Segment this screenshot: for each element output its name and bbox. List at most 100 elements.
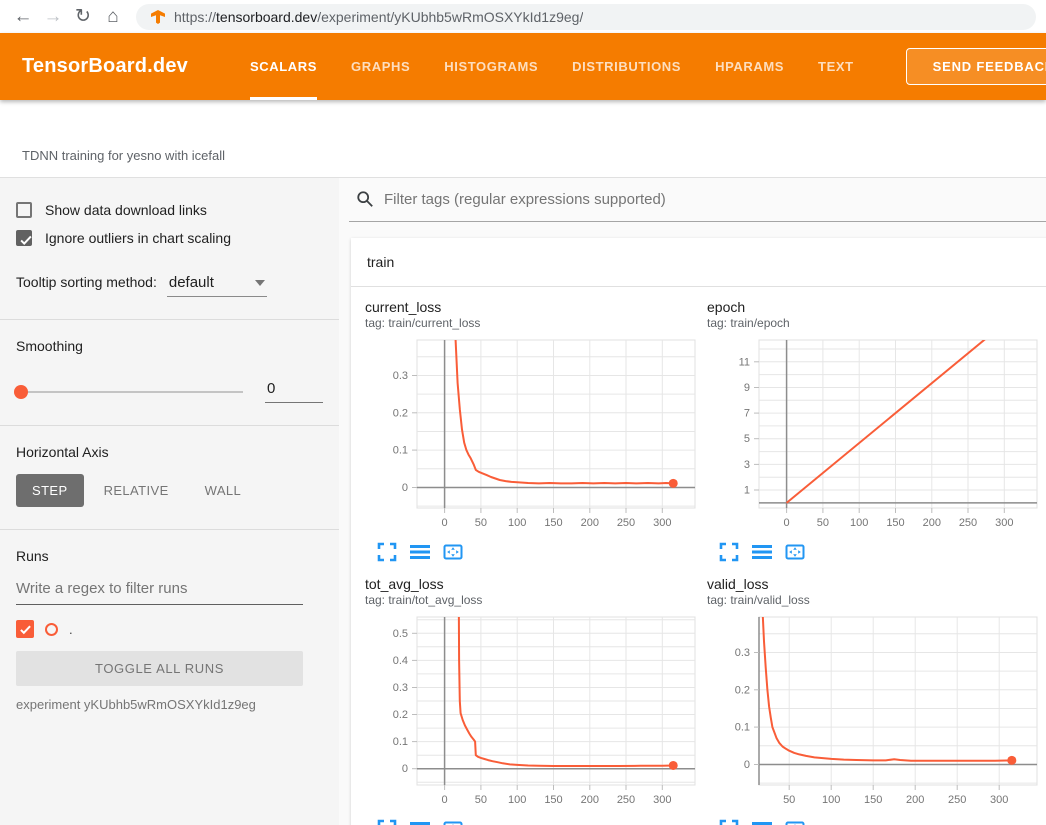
chart-cell-valid-loss: valid_loss tag: train/valid_loss 5010015…	[707, 576, 1046, 825]
toggle-all-runs-button[interactable]: TOGGLE ALL RUNS	[16, 651, 303, 686]
svg-text:250: 250	[617, 794, 635, 806]
section-train-header[interactable]: train	[351, 238, 1046, 287]
svg-text:5: 5	[744, 433, 750, 445]
train-card: train current_loss tag: train/current_lo…	[351, 238, 1046, 825]
forward-button[interactable]: →	[40, 4, 66, 30]
expand-chart-icon[interactable]	[719, 819, 739, 825]
chart-tag: tag: train/valid_loss	[707, 593, 1046, 607]
smoothing-value-input[interactable]	[265, 380, 323, 403]
back-button[interactable]: ←	[10, 4, 36, 30]
tab-scalars[interactable]: SCALARS	[250, 33, 317, 100]
tab-distributions[interactable]: DISTRIBUTIONS	[572, 33, 681, 100]
svg-text:200: 200	[906, 794, 924, 806]
check-icon	[18, 232, 34, 248]
home-button[interactable]: ⌂	[100, 4, 126, 30]
svg-text:100: 100	[850, 517, 868, 529]
svg-text:300: 300	[653, 517, 671, 529]
svg-text:250: 250	[617, 517, 635, 529]
run-name: .	[69, 622, 73, 637]
tab-histograms[interactable]: HISTOGRAMS	[444, 33, 538, 100]
svg-text:100: 100	[822, 794, 840, 806]
run-row[interactable]: .	[16, 620, 323, 638]
svg-text:200: 200	[923, 517, 941, 529]
svg-text:3: 3	[744, 459, 750, 471]
search-icon	[356, 190, 374, 208]
svg-text:150: 150	[544, 794, 562, 806]
svg-text:0.3: 0.3	[735, 647, 750, 659]
ignore-outliers-checkbox[interactable]: Ignore outliers in chart scaling	[0, 224, 339, 252]
divider	[0, 425, 339, 426]
expand-chart-icon[interactable]	[377, 819, 397, 825]
data-table-icon[interactable]	[752, 542, 772, 562]
axis-step-button[interactable]: STEP	[16, 474, 84, 507]
tooltip-sorting-select[interactable]: default	[167, 272, 267, 297]
svg-text:0: 0	[442, 794, 448, 806]
runs-label: Runs	[16, 548, 323, 564]
expand-chart-icon[interactable]	[377, 542, 397, 562]
svg-text:0: 0	[402, 763, 408, 775]
fit-domain-icon[interactable]	[785, 819, 805, 825]
svg-text:0.3: 0.3	[393, 370, 408, 382]
tab-text[interactable]: TEXT	[818, 33, 854, 100]
data-table-icon[interactable]	[410, 542, 430, 562]
fit-domain-icon[interactable]	[443, 819, 463, 825]
tab-graphs[interactable]: GRAPHS	[351, 33, 410, 100]
tab-hparams[interactable]: HPARAMS	[715, 33, 784, 100]
fit-domain-icon[interactable]	[785, 542, 805, 562]
run-color-swatch	[45, 623, 58, 636]
svg-text:100: 100	[508, 794, 526, 806]
svg-text:200: 200	[581, 794, 599, 806]
data-table-icon[interactable]	[752, 819, 772, 825]
axis-relative-button[interactable]: RELATIVE	[88, 474, 185, 507]
horizontal-axis-label: Horizontal Axis	[16, 444, 323, 460]
svg-text:50: 50	[475, 794, 487, 806]
data-table-icon[interactable]	[410, 819, 430, 825]
runs-filter-input[interactable]	[16, 580, 303, 605]
svg-text:0.2: 0.2	[393, 709, 408, 721]
run-checkbox[interactable]	[16, 620, 34, 638]
svg-text:0.2: 0.2	[735, 684, 750, 696]
main-panel: train current_loss tag: train/current_lo…	[339, 178, 1046, 825]
svg-text:0: 0	[784, 517, 790, 529]
slider-thumb[interactable]	[14, 385, 28, 399]
chart-tag: tag: train/current_loss	[365, 316, 707, 330]
checkbox-label: Show data download links	[45, 202, 207, 218]
filter-tags-input[interactable]	[384, 191, 1046, 208]
tensorboard-favicon	[150, 9, 166, 25]
browser-toolbar: ← → ↻ ⌂ https://tensorboard.dev/experime…	[0, 0, 1046, 33]
show-download-links-checkbox[interactable]: Show data download links	[0, 196, 339, 224]
nav-tabs: SCALARS GRAPHS HISTOGRAMS DISTRIBUTIONS …	[250, 33, 854, 100]
svg-text:250: 250	[959, 517, 977, 529]
svg-text:0: 0	[442, 517, 448, 529]
chart-plot-valid-loss[interactable]: 5010015020025030000.10.20.3	[707, 613, 1043, 813]
send-feedback-button[interactable]: SEND FEEDBACK	[906, 48, 1046, 85]
svg-text:50: 50	[475, 517, 487, 529]
app-header: TensorBoard.dev SCALARS GRAPHS HISTOGRAM…	[0, 33, 1046, 100]
svg-text:50: 50	[817, 517, 829, 529]
chart-tag: tag: train/epoch	[707, 316, 1046, 330]
expand-chart-icon[interactable]	[719, 542, 739, 562]
url-text: https://tensorboard.dev/experiment/yKUbh…	[174, 9, 583, 25]
svg-text:150: 150	[864, 794, 882, 806]
svg-text:0.5: 0.5	[393, 628, 408, 640]
chart-plot-tot-avg-loss[interactable]: 05010015020025030000.10.20.30.40.5	[365, 613, 701, 813]
svg-text:50: 50	[783, 794, 795, 806]
svg-text:0.2: 0.2	[393, 407, 408, 419]
experiment-title-bar: TDNN training for yesno with icefall	[0, 100, 1046, 178]
svg-text:150: 150	[886, 517, 904, 529]
smoothing-label: Smoothing	[16, 338, 323, 354]
fit-domain-icon[interactable]	[443, 542, 463, 562]
svg-text:0.1: 0.1	[393, 736, 408, 748]
svg-text:7: 7	[744, 408, 750, 420]
axis-wall-button[interactable]: WALL	[189, 474, 258, 507]
svg-text:1: 1	[744, 485, 750, 497]
reload-button[interactable]: ↻	[70, 4, 96, 30]
svg-text:300: 300	[653, 794, 671, 806]
svg-text:300: 300	[995, 517, 1013, 529]
address-bar[interactable]: https://tensorboard.dev/experiment/yKUbh…	[136, 4, 1036, 30]
experiment-name-label: experiment yKUbhb5wRmOSXYkId1z9eg	[16, 697, 323, 712]
chart-plot-current-loss[interactable]: 05010015020025030000.10.20.3	[365, 336, 701, 536]
smoothing-slider[interactable]	[16, 391, 243, 393]
chart-plot-epoch[interactable]: 0501001502002503001357911	[707, 336, 1043, 536]
divider	[0, 319, 339, 320]
